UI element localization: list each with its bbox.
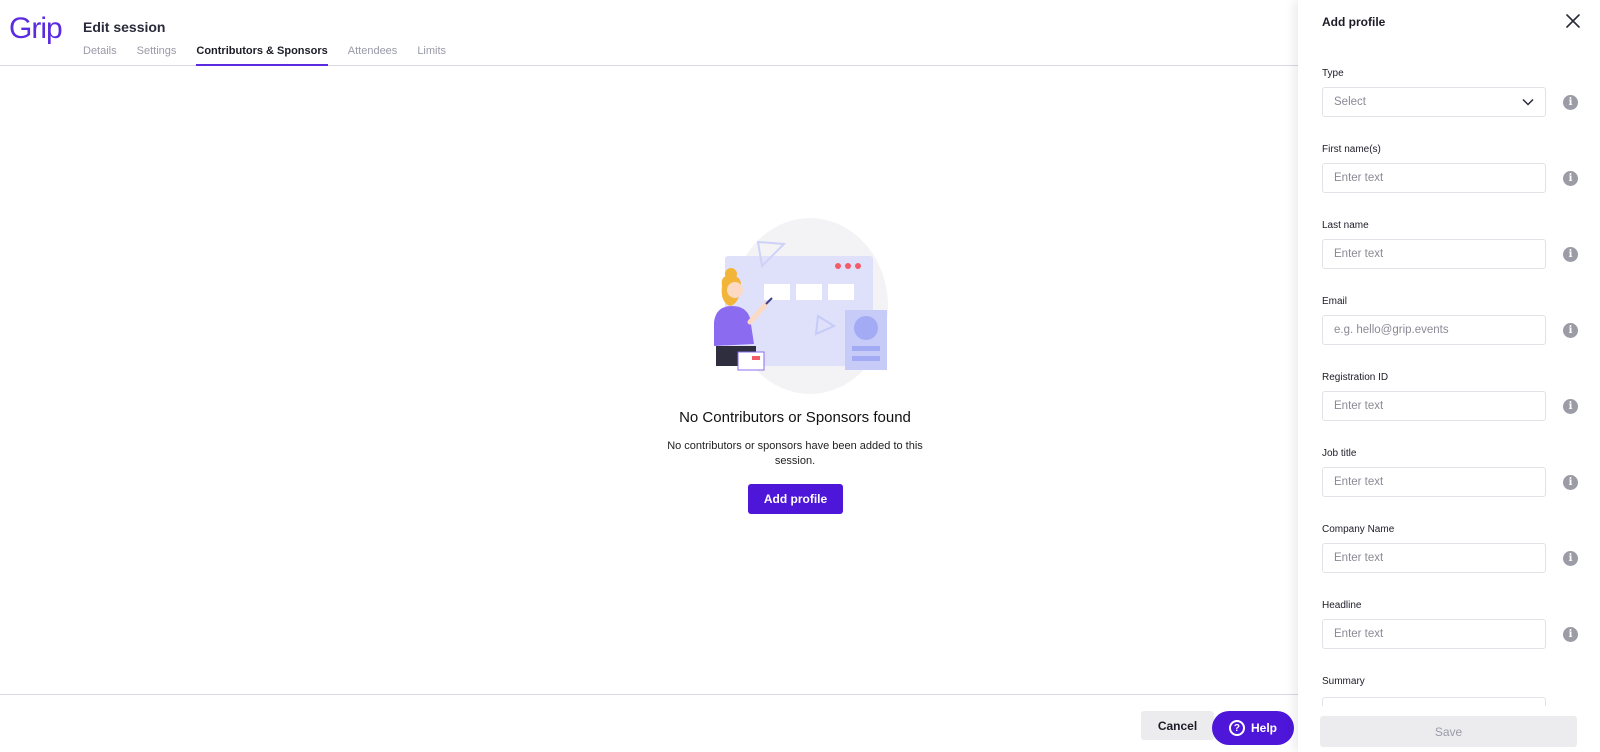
person-presenting-board-illustration	[714, 218, 888, 394]
first-name-field: First name(s) i	[1322, 144, 1582, 193]
info-icon[interactable]: i	[1563, 627, 1578, 642]
last-name-label: Last name	[1322, 220, 1369, 231]
type-label: Type	[1322, 68, 1344, 79]
panel-footer: Save	[1298, 706, 1600, 752]
close-icon[interactable]	[1566, 14, 1580, 28]
tab-settings[interactable]: Settings	[137, 45, 177, 66]
info-icon[interactable]: i	[1563, 323, 1578, 338]
help-button[interactable]: ? Help	[1212, 711, 1294, 745]
info-icon[interactable]: i	[1563, 475, 1578, 490]
tab-bar: Details Settings Contributors & Sponsors…	[83, 45, 466, 66]
summary-input[interactable]	[1322, 697, 1546, 706]
info-icon[interactable]: i	[1563, 551, 1578, 566]
tab-details[interactable]: Details	[83, 45, 117, 66]
grip-logo[interactable]: Grip	[9, 12, 63, 46]
cancel-button[interactable]: Cancel	[1141, 711, 1214, 740]
empty-state-description: No contributors or sponsors have been ad…	[667, 440, 923, 467]
first-name-input[interactable]	[1322, 163, 1546, 193]
job-title-label: Job title	[1322, 448, 1357, 459]
panel-title: Add profile	[1322, 15, 1386, 29]
info-icon[interactable]: i	[1563, 171, 1578, 186]
email-label: Email	[1322, 296, 1348, 307]
last-name-input[interactable]	[1322, 239, 1546, 269]
job-title-field: Job title i	[1322, 448, 1582, 497]
chevron-down-icon	[1522, 98, 1534, 106]
info-icon[interactable]: i	[1563, 247, 1578, 262]
company-name-field: Company Name i	[1322, 524, 1582, 573]
job-title-input[interactable]	[1322, 467, 1546, 497]
email-field: Email i	[1322, 296, 1582, 345]
headline-field: Headline i	[1322, 600, 1582, 649]
summary-field: Summary	[1322, 676, 1582, 695]
info-icon[interactable]: i	[1563, 95, 1578, 110]
tab-limits[interactable]: Limits	[417, 45, 446, 66]
add-profile-button[interactable]: Add profile	[748, 484, 843, 514]
company-name-label: Company Name	[1322, 524, 1395, 535]
footer-bar	[0, 694, 1300, 752]
empty-state-title: No Contributors or Sponsors found	[679, 409, 911, 426]
help-label: Help	[1250, 721, 1277, 735]
headline-label: Headline	[1322, 600, 1362, 611]
registration-id-label: Registration ID	[1322, 372, 1389, 383]
registration-id-field: Registration ID i	[1322, 372, 1582, 421]
company-name-input[interactable]	[1322, 543, 1546, 573]
header: Grip Edit session Details Settings Contr…	[0, 0, 1300, 66]
summary-label: Summary	[1322, 676, 1365, 687]
headline-input[interactable]	[1322, 619, 1546, 649]
save-button[interactable]: Save	[1320, 716, 1577, 747]
type-select-value: Select	[1334, 96, 1366, 108]
tab-contributors-sponsors[interactable]: Contributors & Sponsors	[196, 45, 329, 66]
registration-id-input[interactable]	[1322, 391, 1546, 421]
question-circle-icon: ?	[1228, 720, 1245, 736]
page-title: Edit session	[83, 19, 166, 35]
tab-attendees[interactable]: Attendees	[348, 45, 398, 66]
add-profile-panel: Add profile Type Select i First name(s) …	[1298, 0, 1600, 752]
type-field: Type Select i	[1322, 68, 1582, 117]
email-input[interactable]	[1322, 315, 1546, 345]
first-name-label: First name(s)	[1322, 144, 1381, 155]
type-select[interactable]: Select	[1322, 87, 1546, 117]
info-icon[interactable]: i	[1563, 399, 1578, 414]
last-name-field: Last name i	[1322, 220, 1582, 269]
